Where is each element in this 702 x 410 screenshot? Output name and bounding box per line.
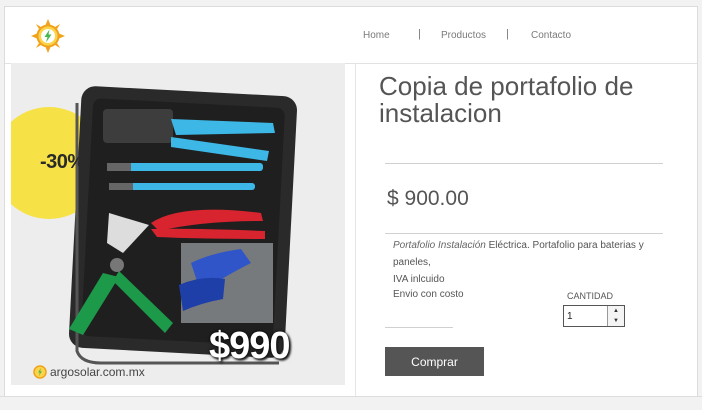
tool-kit-illustration	[69, 86, 297, 365]
nav-separator: |	[418, 28, 421, 40]
price-overlay: $990	[209, 325, 291, 367]
footer-strip	[0, 396, 702, 410]
nav-products[interactable]: Productos	[441, 30, 486, 41]
sun-logo-icon	[33, 365, 47, 379]
nav-home[interactable]: Home	[363, 30, 390, 41]
quantity-input[interactable]	[567, 309, 607, 323]
watermark: argosolar.com.mx	[33, 365, 145, 379]
header: Home | Productos | Contacto	[5, 7, 697, 64]
nav-separator: |	[506, 28, 509, 40]
shipping-note: Envio con costo	[393, 289, 464, 300]
product-price: $ 900.00	[387, 187, 469, 210]
divider	[385, 233, 663, 234]
product-title: Copia de portafolio de instalacion	[379, 71, 634, 128]
product-description: Portafolio Instalación Eléctrica. Portaf…	[393, 237, 663, 288]
nav-contact[interactable]: Contacto	[531, 30, 571, 41]
description-tax: IVA inlcuido	[393, 274, 445, 285]
divider	[385, 163, 663, 164]
sun-lightning-logo-icon[interactable]	[31, 19, 65, 53]
buy-button[interactable]: Comprar	[385, 347, 484, 376]
discount-badge-text: -30%	[40, 151, 85, 173]
spin-down-icon[interactable]: ▼	[608, 316, 624, 326]
quantity-spinner[interactable]: ▲ ▼	[607, 306, 624, 326]
page: Home | Productos | Contacto -30% $990 ar…	[4, 6, 698, 403]
description-italic: Portafolio Instalación	[393, 240, 486, 251]
column-divider	[355, 63, 356, 403]
quantity-label: CANTIDAD	[567, 291, 614, 301]
divider	[385, 327, 453, 328]
product-image[interactable]: -30% $990 argosolar.com.mx	[11, 63, 345, 385]
quantity-stepper[interactable]: ▲ ▼	[563, 305, 625, 327]
watermark-text: argosolar.com.mx	[50, 365, 145, 379]
